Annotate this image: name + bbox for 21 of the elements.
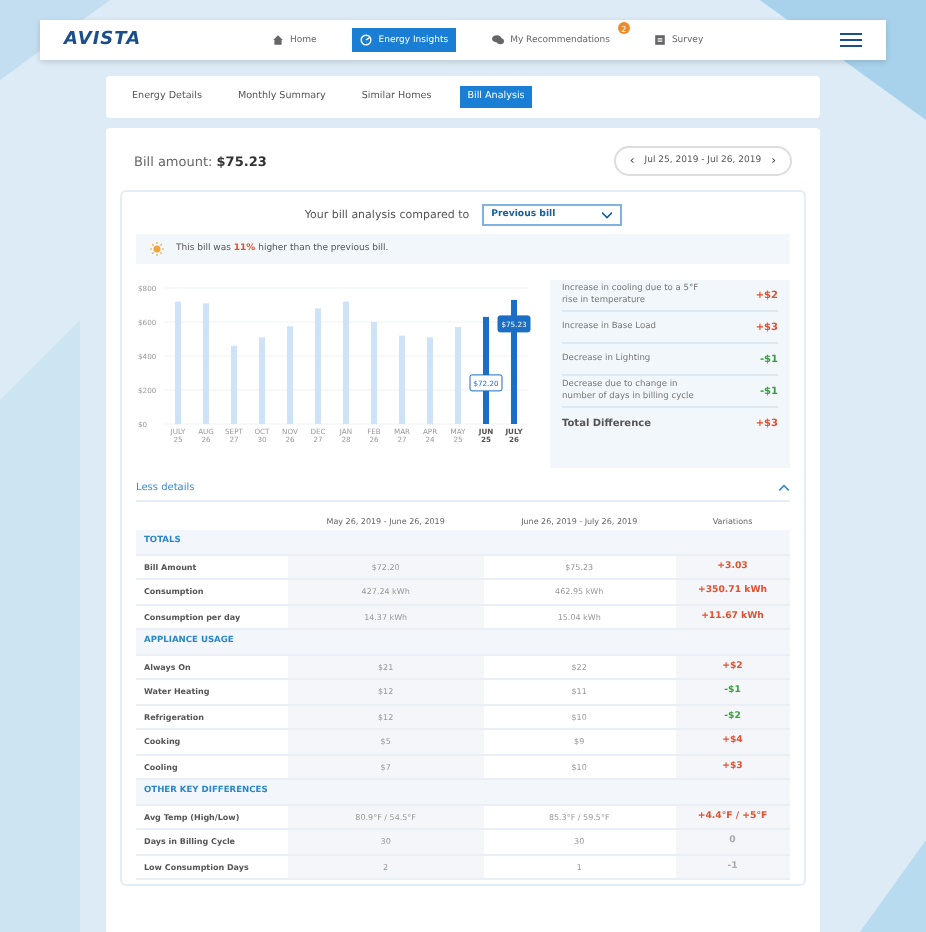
- background-shape: [860, 840, 926, 932]
- menu-icon[interactable]: [840, 32, 862, 48]
- bar: [371, 322, 377, 424]
- bar: [427, 337, 433, 424]
- bar: [175, 301, 181, 424]
- sun-icon: [150, 242, 164, 256]
- gauge-icon: [360, 34, 373, 46]
- chat-bubbles-icon: [492, 34, 505, 46]
- bar: [399, 335, 405, 424]
- clipboard-icon: [653, 34, 666, 46]
- chevron-up-icon: [778, 484, 790, 492]
- bar: [203, 303, 209, 424]
- logo: AVISTA: [64, 30, 144, 50]
- bar: [455, 327, 461, 424]
- bar: [231, 345, 237, 424]
- house-icon: [272, 34, 284, 46]
- chevron-down-icon: [601, 210, 612, 220]
- bar: [259, 337, 265, 424]
- bar: [343, 301, 349, 424]
- bar: [315, 308, 321, 424]
- bar: [287, 326, 293, 424]
